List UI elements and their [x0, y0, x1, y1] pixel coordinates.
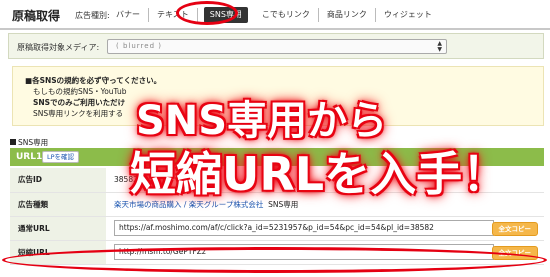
ad-kind-link[interactable]: 楽天市場の商品購入 / 楽天グループ株式会社 — [114, 200, 263, 209]
media-select-value: ( blurred ) — [116, 42, 162, 50]
table-row: 通常URL https://af.moshimo.com/af/c/click?… — [10, 216, 544, 241]
tab-widget[interactable]: ウィジェット — [376, 8, 440, 22]
header-divider — [0, 28, 550, 30]
section-label: SNS専用 — [10, 137, 48, 148]
normal-url-field[interactable]: https://af.moshimo.com/af/c/click?a_id=5… — [114, 220, 494, 236]
media-select[interactable]: ( blurred ) ▲ ▼ — [107, 39, 447, 54]
page-title: 原稿取得 — [12, 9, 61, 23]
ad-kind-suffix: SNS専用 — [268, 199, 299, 209]
notice-line: SNS専用リンクを利用する — [33, 109, 124, 118]
row-label: 通常URL — [10, 216, 106, 241]
row-label: 広告ID — [10, 168, 106, 193]
header: 原稿取得 広告種別: バナー テキスト SNS専用 こでもリンク 商品リンク ウ… — [0, 0, 550, 28]
ad-kind-value: 楽天市場の商品購入 / 楽天グループ株式会社 SNS専用 — [106, 192, 544, 217]
media-label: 原稿取得対象メディア: — [17, 43, 100, 52]
tab-banner[interactable]: バナー — [108, 8, 149, 22]
notice-line: SNSでのみご利用いただけ — [33, 98, 126, 107]
row-label: 広告種類 — [10, 192, 106, 217]
media-select-box: 原稿取得対象メディア: ( blurred ) ▲ ▼ — [8, 33, 544, 59]
lp-check-button[interactable]: LPを確認 — [42, 151, 80, 163]
ad-type-tabs: バナー テキスト SNS専用 こでもリンク 商品リンク ウィジェット — [108, 7, 440, 23]
copy-normal-url-button[interactable]: 全文コピー — [491, 221, 538, 236]
ad-id-value: 38582 — [106, 168, 544, 193]
notice-box: ■各SNSの規約を必ず守ってください。 もしもの規約SNS・YouTub SNS… — [12, 66, 544, 126]
url-bar: URL1 LPを確認 — [10, 148, 544, 166]
square-bullet-icon — [10, 139, 16, 145]
notice-line: もしもの規約SNS・YouTub — [33, 87, 127, 96]
table-row: 広告種類 楽天市場の商品購入 / 楽天グループ株式会社 SNS専用 — [10, 192, 544, 217]
ad-type-label: 広告種別: — [75, 11, 110, 20]
notice-heading: ■各SNSの規約を必ず守ってください。 — [25, 76, 162, 85]
url-bar-title: URL1 — [16, 152, 43, 162]
select-arrows-icon: ▲ ▼ — [437, 40, 442, 53]
tab-product-link[interactable]: 商品リンク — [319, 8, 376, 22]
highlight-circle-sns-tab — [176, 1, 238, 25]
tab-kodemo-link[interactable]: こでもリンク — [254, 8, 319, 22]
highlight-circle-short-url — [2, 247, 547, 273]
table-row: 広告ID 38582 — [10, 168, 544, 193]
